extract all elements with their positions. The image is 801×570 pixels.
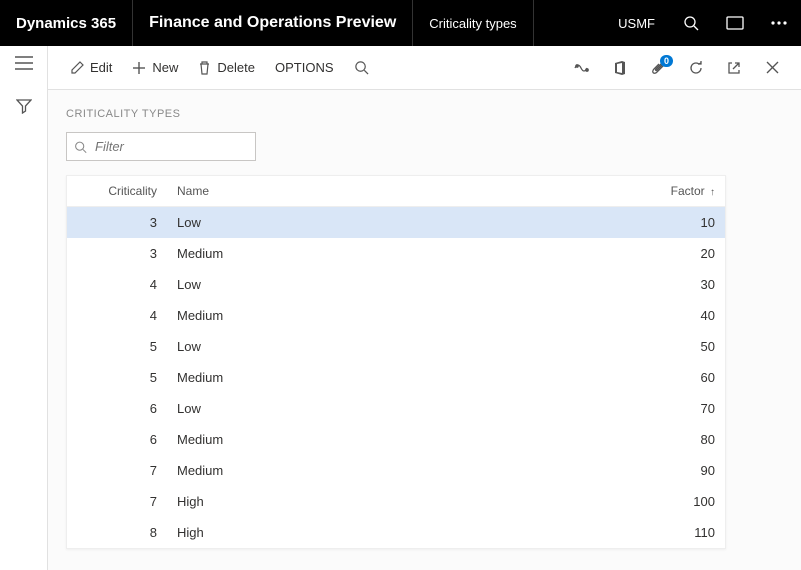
table-row[interactable]: 7Medium90 [67, 455, 725, 486]
cell-factor[interactable]: 30 [625, 269, 725, 300]
action-bar: Edit New Delete OPTIONS [48, 46, 801, 90]
cell-name[interactable]: Medium [167, 238, 625, 269]
edit-label: Edit [90, 60, 112, 75]
cell-name[interactable]: Low [167, 331, 625, 362]
table-row[interactable]: 4Medium40 [67, 300, 725, 331]
cell-criticality[interactable]: 4 [67, 269, 167, 300]
table-row[interactable]: 7High100 [67, 486, 725, 517]
delete-label: Delete [217, 60, 255, 75]
popout-icon[interactable] [717, 51, 751, 85]
cell-factor[interactable]: 10 [625, 207, 725, 239]
filter-search-icon [74, 140, 87, 153]
cell-criticality[interactable]: 6 [67, 393, 167, 424]
cell-criticality[interactable]: 4 [67, 300, 167, 331]
data-grid: Criticality Name Factor ↑ 3Low103Medium2… [66, 175, 726, 549]
cell-name[interactable]: Medium [167, 424, 625, 455]
cell-factor[interactable]: 40 [625, 300, 725, 331]
table-row[interactable]: 3Low10 [67, 207, 725, 239]
cell-criticality[interactable]: 3 [67, 238, 167, 269]
cell-name[interactable]: Low [167, 269, 625, 300]
cell-factor[interactable]: 60 [625, 362, 725, 393]
cell-name[interactable]: Medium [167, 300, 625, 331]
cell-name[interactable]: High [167, 486, 625, 517]
edit-button[interactable]: Edit [60, 54, 122, 81]
connector-icon[interactable] [565, 51, 599, 85]
options-button[interactable]: OPTIONS [265, 54, 344, 81]
nav-rail [0, 46, 48, 570]
table-row[interactable]: 8High110 [67, 517, 725, 548]
column-header-criticality[interactable]: Criticality [67, 176, 167, 207]
cell-factor[interactable]: 70 [625, 393, 725, 424]
refresh-icon[interactable] [679, 51, 713, 85]
hamburger-icon[interactable] [15, 56, 33, 70]
attachments-icon[interactable]: 0 [641, 51, 675, 85]
brand-label[interactable]: Dynamics 365 [0, 0, 133, 46]
search-icon[interactable] [669, 15, 713, 31]
filter-input[interactable] [66, 132, 256, 161]
filter-icon[interactable] [16, 98, 32, 114]
cell-criticality[interactable]: 3 [67, 207, 167, 239]
close-icon[interactable] [755, 51, 789, 85]
cell-name[interactable]: Medium [167, 455, 625, 486]
cell-factor[interactable]: 80 [625, 424, 725, 455]
more-icon[interactable] [757, 21, 801, 25]
office-icon[interactable] [603, 51, 637, 85]
cell-factor[interactable]: 110 [625, 517, 725, 548]
cell-factor[interactable]: 90 [625, 455, 725, 486]
table-row[interactable]: 6Medium80 [67, 424, 725, 455]
new-button[interactable]: New [122, 54, 188, 81]
cell-criticality[interactable]: 7 [67, 486, 167, 517]
cell-criticality[interactable]: 8 [67, 517, 167, 548]
cell-factor[interactable]: 100 [625, 486, 725, 517]
new-label: New [152, 60, 178, 75]
cell-criticality[interactable]: 5 [67, 331, 167, 362]
table-row[interactable]: 6Low70 [67, 393, 725, 424]
table-row[interactable]: 3Medium20 [67, 238, 725, 269]
delete-button[interactable]: Delete [188, 54, 265, 81]
cell-factor[interactable]: 50 [625, 331, 725, 362]
cell-name[interactable]: Medium [167, 362, 625, 393]
factor-header-label: Factor [671, 184, 705, 198]
table-row[interactable]: 5Medium60 [67, 362, 725, 393]
table-row[interactable]: 5Low50 [67, 331, 725, 362]
company-picker[interactable]: USMF [604, 16, 669, 31]
attachments-badge: 0 [660, 55, 673, 67]
cell-criticality[interactable]: 7 [67, 455, 167, 486]
page-heading: CRITICALITY TYPES [66, 108, 783, 120]
page-breadcrumb[interactable]: Criticality types [413, 0, 533, 46]
cell-name[interactable]: Low [167, 207, 625, 239]
find-button[interactable] [344, 54, 379, 81]
messages-icon[interactable] [713, 16, 757, 30]
page-content: CRITICALITY TYPES Criticality Name [48, 90, 801, 570]
table-row[interactable]: 4Low30 [67, 269, 725, 300]
cell-criticality[interactable]: 5 [67, 362, 167, 393]
column-header-name[interactable]: Name [167, 176, 625, 207]
cell-name[interactable]: Low [167, 393, 625, 424]
global-header: Dynamics 365 Finance and Operations Prev… [0, 0, 801, 46]
cell-name[interactable]: High [167, 517, 625, 548]
column-header-factor[interactable]: Factor ↑ [625, 176, 725, 207]
module-title[interactable]: Finance and Operations Preview [133, 0, 413, 46]
cell-factor[interactable]: 20 [625, 238, 725, 269]
cell-criticality[interactable]: 6 [67, 424, 167, 455]
sort-asc-icon: ↑ [710, 187, 715, 198]
options-label: OPTIONS [275, 60, 334, 75]
